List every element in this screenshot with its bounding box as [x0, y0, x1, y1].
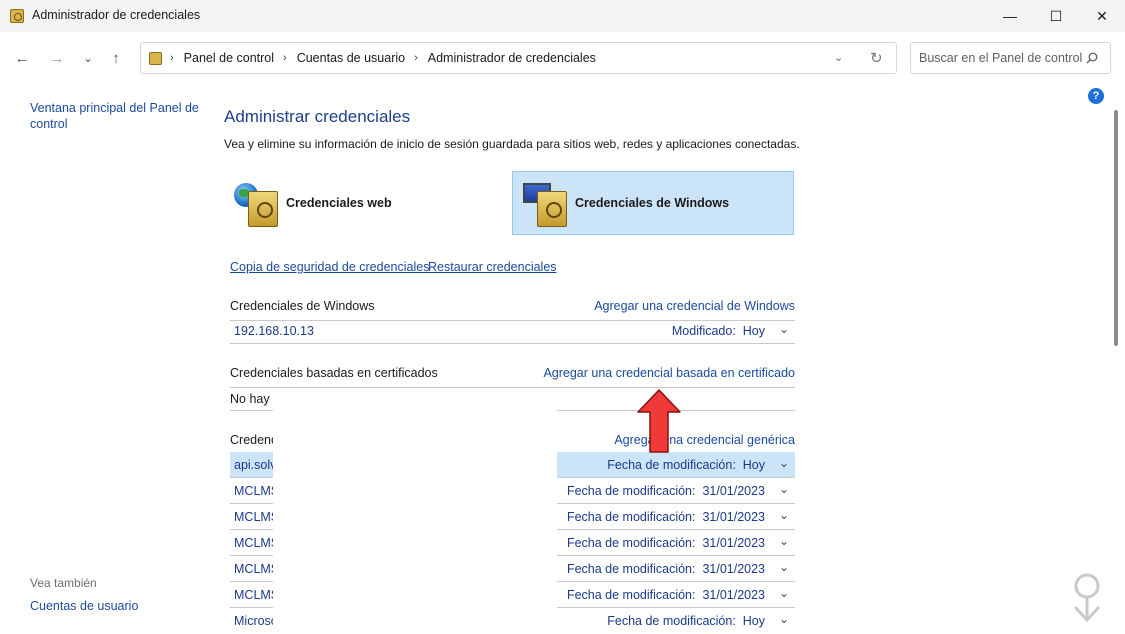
- navigation-bar: ← → ⌄ ↑ › Panel de control › Cuentas de …: [0, 32, 1125, 84]
- address-bar[interactable]: › Panel de control › Cuentas de usuario …: [140, 42, 897, 74]
- page-title: Administrar credenciales: [224, 107, 411, 126]
- watermark-logo-icon: [1074, 573, 1100, 622]
- up-button[interactable]: ↑: [104, 46, 128, 70]
- user-accounts-link[interactable]: Cuentas de usuario: [30, 598, 138, 614]
- redaction-block: [273, 393, 557, 634]
- credential-modified: Fecha de modificación: 31/01/2023: [566, 562, 765, 576]
- chevron-down-icon[interactable]: ⌄: [779, 508, 789, 522]
- section-title: Credenciales de Windows: [230, 299, 375, 313]
- restore-credentials-link[interactable]: Restaurar credenciales: [428, 260, 557, 274]
- help-icon[interactable]: ?: [1088, 88, 1104, 104]
- chevron-down-icon[interactable]: ⌄: [779, 560, 789, 574]
- credential-modified: Fecha de modificación: 31/01/2023: [566, 510, 765, 524]
- refresh-icon[interactable]: ↻: [870, 49, 883, 67]
- windows-credentials-icon: [523, 177, 571, 229]
- chevron-down-icon[interactable]: ⌄: [779, 456, 789, 470]
- search-placeholder: Buscar en el Panel de control: [919, 51, 1083, 65]
- credential-modified: Fecha de modificación: Hoy: [607, 458, 765, 472]
- section-title: Credenciales basadas en certificados: [230, 366, 438, 380]
- credential-name: Microsc: [234, 614, 278, 628]
- breadcrumb-separator[interactable]: ›: [414, 52, 418, 64]
- credential-modified: Fecha de modificación: Hoy: [607, 614, 765, 628]
- address-dropdown-icon[interactable]: ⌄: [834, 51, 843, 64]
- windows-credentials-button[interactable]: Credenciales de Windows: [512, 171, 794, 235]
- control-panel-home-link[interactable]: Ventana principal del Panel de control: [30, 100, 200, 132]
- chevron-down-icon[interactable]: ⌄: [779, 534, 789, 548]
- add-windows-credential-link[interactable]: Agregar una credencial de Windows: [594, 299, 795, 313]
- breadcrumb-separator[interactable]: ›: [170, 52, 174, 64]
- forward-button[interactable]: →: [45, 46, 69, 70]
- breadcrumb-credential-manager[interactable]: Administrador de credenciales: [428, 51, 596, 65]
- web-credentials-icon: [234, 177, 282, 229]
- section-title: Credenc: [230, 433, 278, 447]
- web-credentials-button[interactable]: Credenciales web: [224, 171, 504, 235]
- web-credentials-label: Credenciales web: [286, 196, 392, 210]
- annotation-arrow-icon: [637, 389, 681, 453]
- back-button[interactable]: ←: [10, 46, 34, 70]
- scrollbar[interactable]: [1114, 110, 1118, 346]
- credential-manager-icon: [10, 9, 24, 23]
- add-certificate-credential-link[interactable]: Agregar una credencial basada en certifi…: [543, 366, 795, 380]
- recent-locations-button[interactable]: ⌄: [76, 46, 100, 70]
- window-title: Administrador de credenciales: [32, 8, 201, 22]
- backup-credentials-link[interactable]: Copia de seguridad de credenciales: [230, 260, 429, 274]
- see-also-label: Vea también: [30, 576, 97, 590]
- credential-modified: Fecha de modificación: 31/01/2023: [566, 588, 765, 602]
- search-icon[interactable]: [1086, 52, 1098, 64]
- credential-modified: Modificado: Hoy: [671, 324, 765, 338]
- title-bar: Administrador de credenciales — ☐ ✕: [0, 0, 1125, 32]
- search-input[interactable]: Buscar en el Panel de control: [910, 42, 1111, 74]
- credential-modified: Fecha de modificación: 31/01/2023: [566, 484, 765, 498]
- close-button[interactable]: ✕: [1079, 0, 1125, 32]
- breadcrumb-user-accounts[interactable]: Cuentas de usuario: [297, 51, 405, 65]
- table-row[interactable]: 192.168.10.13 Modificado: Hoy ⌄: [230, 318, 795, 344]
- breadcrumb: › Panel de control › Cuentas de usuario …: [170, 51, 596, 65]
- minimize-button[interactable]: —: [987, 0, 1033, 32]
- chevron-down-icon[interactable]: ⌄: [779, 612, 789, 626]
- breadcrumb-separator[interactable]: ›: [283, 52, 287, 64]
- chevron-down-icon[interactable]: ⌄: [779, 322, 789, 336]
- empty-message: No hay c: [230, 392, 280, 406]
- breadcrumb-control-panel[interactable]: Panel de control: [184, 51, 274, 65]
- credential-name: 192.168.10.13: [234, 324, 314, 338]
- control-panel-icon: [149, 52, 162, 65]
- maximize-button[interactable]: ☐: [1033, 0, 1079, 32]
- credential-modified: Fecha de modificación: 31/01/2023: [566, 536, 765, 550]
- left-pane: Ventana principal del Panel de control V…: [0, 84, 210, 634]
- chevron-down-icon[interactable]: ⌄: [779, 482, 789, 496]
- chevron-down-icon[interactable]: ⌄: [779, 586, 789, 600]
- page-description: Vea y elimine su información de inicio d…: [224, 137, 800, 151]
- windows-credentials-label: Credenciales de Windows: [575, 196, 730, 210]
- credential-name: api.solv: [234, 458, 277, 472]
